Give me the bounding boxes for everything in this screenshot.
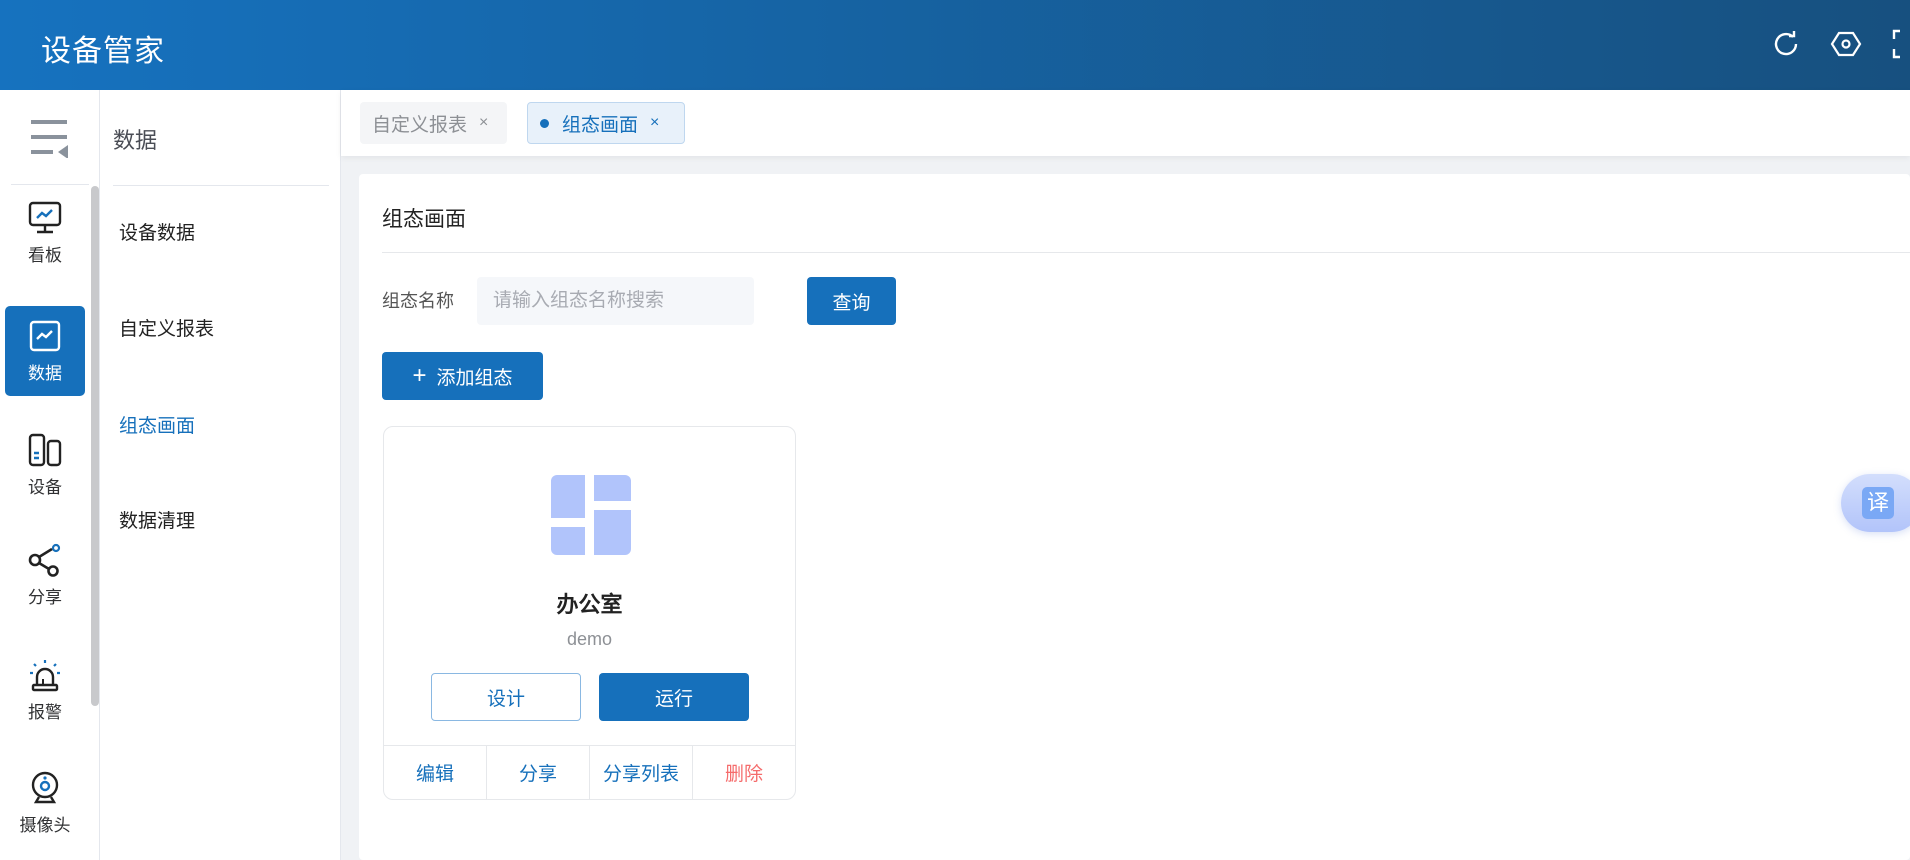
rail-item-label: 数据	[28, 363, 62, 383]
divider	[113, 185, 329, 186]
card-description: demo	[566, 629, 613, 649]
rail-item-device[interactable]: 设备	[5, 420, 85, 510]
rail-item-label: 摄像头	[19, 815, 71, 835]
close-icon[interactable]: ×	[650, 114, 659, 132]
rail-item-label: 设备	[28, 477, 62, 497]
submenu-item-scada[interactable]: 组态画面	[119, 411, 195, 438]
dashboard-icon	[28, 201, 62, 233]
main-panel: 组态画面 组态名称 查询 + 添加组态 办公室 demo 设计 运行 编辑 分享…	[359, 174, 1910, 860]
icon-sidebar: 看板 数据 设备 分享 报警 摄像头	[0, 90, 100, 860]
add-label: 添加组态	[436, 367, 513, 389]
collapse-menu-icon[interactable]	[28, 118, 72, 158]
design-button[interactable]: 设计	[431, 673, 581, 721]
app-header: 设备管家	[0, 0, 1910, 90]
device-icon	[28, 433, 62, 466]
rail-item-label: 看板	[28, 245, 62, 265]
divider	[11, 184, 89, 185]
search-input[interactable]	[477, 277, 754, 325]
run-button[interactable]: 运行	[599, 673, 749, 721]
tab-custom-report[interactable]: 自定义报表 ×	[360, 102, 507, 144]
share-icon	[28, 543, 61, 577]
translate-icon: 译	[1862, 487, 1894, 519]
tab-bar: 自定义报表 × 组态画面 ×	[341, 90, 1910, 156]
add-scada-button[interactable]: + 添加组态	[382, 352, 543, 400]
submenu: 数据 设备数据 自定义报表 组态画面 数据清理	[100, 90, 341, 860]
submenu-title: 数据	[113, 128, 158, 153]
edit-button[interactable]: 编辑	[384, 746, 487, 799]
tab-scada[interactable]: 组态画面 ×	[527, 102, 685, 144]
scada-card: 办公室 demo 设计 运行 编辑 分享 分享列表 删除	[383, 426, 796, 800]
rail-item-dashboard[interactable]: 看板	[5, 188, 85, 278]
share-button[interactable]: 分享	[487, 746, 590, 799]
sidebar-scrollbar[interactable]	[91, 186, 99, 706]
settings-icon[interactable]	[1830, 28, 1862, 60]
plus-icon: +	[412, 362, 427, 389]
divider	[382, 252, 1910, 253]
delete-button[interactable]: 删除	[693, 746, 795, 799]
fullscreen-icon[interactable]	[1890, 28, 1910, 60]
rail-item-camera[interactable]: 摄像头	[5, 758, 85, 848]
translate-button[interactable]: 译	[1841, 474, 1910, 532]
share-list-button[interactable]: 分享列表	[590, 746, 693, 799]
layout-thumbnail-icon	[551, 475, 631, 555]
close-icon[interactable]: ×	[479, 114, 488, 132]
rail-item-alarm[interactable]: 报警	[5, 645, 85, 735]
rail-item-share[interactable]: 分享	[5, 530, 85, 620]
alarm-icon	[30, 659, 60, 691]
rail-item-label: 分享	[28, 587, 62, 607]
name-label: 组态名称	[382, 291, 454, 311]
card-actions: 编辑 分享 分享列表 删除	[384, 745, 795, 799]
refresh-icon[interactable]	[1770, 28, 1802, 60]
card-name: 办公室	[556, 592, 623, 617]
page-title: 组态画面	[382, 208, 466, 231]
rail-item-label: 报警	[28, 702, 62, 722]
query-button[interactable]: 查询	[807, 277, 896, 325]
rail-item-data[interactable]: 数据	[5, 306, 85, 396]
submenu-item-device-data[interactable]: 设备数据	[119, 218, 195, 245]
app-title: 设备管家	[41, 35, 165, 68]
tab-label: 自定义报表	[372, 114, 468, 136]
camera-icon	[31, 771, 59, 803]
submenu-item-data-cleanup[interactable]: 数据清理	[119, 506, 195, 533]
data-icon	[29, 320, 61, 351]
submenu-item-custom-report[interactable]: 自定义报表	[119, 314, 214, 341]
active-dot-icon	[540, 118, 549, 128]
tab-label: 组态画面	[562, 114, 639, 136]
